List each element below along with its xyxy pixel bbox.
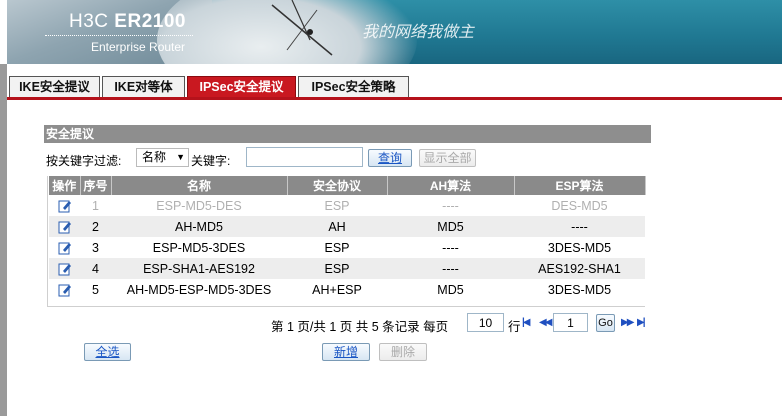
row-edit-cell[interactable] <box>49 195 80 216</box>
row-index: 2 <box>80 216 111 237</box>
row-protocol: AH <box>287 216 387 237</box>
row-name: ESP-MD5-DES <box>156 198 242 213</box>
brand-prefix: H3C <box>69 11 109 32</box>
row-edit-cell[interactable] <box>49 237 80 258</box>
row-name: AH-MD5-ESP-MD5-3DES <box>126 282 272 297</box>
brand-subtitle: Enterprise Router <box>91 40 186 54</box>
edit-icon[interactable] <box>58 199 72 213</box>
first-page-icon[interactable]: |◀ <box>522 317 530 328</box>
tab-ike-proposal[interactable]: IKE安全提议 <box>9 76 100 98</box>
filter-field-value: 名称 <box>142 150 167 164</box>
header-protocol[interactable]: 安全协议 <box>287 176 388 195</box>
proposal-table: 操作 序号 名称 安全协议 AH算法 ESP算法 1 ESP-MD5-DES E… <box>49 176 646 300</box>
header-ah-algorithm[interactable]: AH算法 <box>387 176 515 195</box>
row-ah: MD5 <box>437 282 464 297</box>
row-ah: ---- <box>442 198 459 213</box>
filter-label: 按关键字过滤: <box>46 154 122 168</box>
add-button[interactable]: 新增 <box>322 343 370 361</box>
left-frame-bar <box>0 64 7 416</box>
header-esp-algorithm[interactable]: ESP算法 <box>514 176 646 195</box>
section-title: 安全提议 <box>44 125 651 143</box>
brand-slogan: 我的网络我做主 <box>362 22 475 41</box>
pager-summary: 第 1 页/共 1 页 共 5 条记录 每页 <box>271 320 449 334</box>
row-esp: ---- <box>514 216 645 237</box>
row-esp: 3DES-MD5 <box>547 240 612 255</box>
row-name: AH-MD5 <box>111 216 287 237</box>
row-esp: AES192-SHA1 <box>514 258 645 279</box>
show-all-button[interactable]: 显示全部 <box>419 149 476 167</box>
header-banner: H3C ER2100 Enterprise Router 我的网络我做主 <box>7 0 782 64</box>
row-name: ESP-MD5-3DES <box>152 240 246 255</box>
row-protocol: ESP <box>324 198 350 213</box>
row-ah: ---- <box>442 240 459 255</box>
select-all-button[interactable]: 全选 <box>84 343 131 361</box>
edit-icon[interactable] <box>58 220 72 234</box>
row-esp: 3DES-MD5 <box>547 282 612 297</box>
prev-page-icon[interactable]: ◀◀ <box>539 317 552 328</box>
go-button[interactable]: Go <box>596 314 615 332</box>
row-ah: ---- <box>387 258 514 279</box>
tab-underline <box>7 97 782 100</box>
keyword-label: 关键字: <box>191 154 231 168</box>
brand-title: H3C ER2100 <box>69 11 186 33</box>
tab-ipsec-policy[interactable]: IPSec安全策略 <box>298 76 409 98</box>
brand-divider <box>45 35 193 36</box>
page-number-input[interactable] <box>553 313 588 332</box>
filter-field-select[interactable]: 名称 ▼ <box>136 148 189 167</box>
row-index: 4 <box>80 258 111 279</box>
tab-ike-peer[interactable]: IKE对等体 <box>102 76 185 98</box>
table-row: 3 ESP-MD5-3DES ESP ---- 3DES-MD5 <box>49 237 645 258</box>
edit-icon[interactable] <box>58 241 72 255</box>
header-name[interactable]: 名称 <box>111 176 288 195</box>
edit-icon[interactable] <box>58 262 72 276</box>
row-esp: DES-MD5 <box>551 198 608 213</box>
row-index: 3 <box>92 240 99 255</box>
row-edit-cell[interactable] <box>49 216 80 237</box>
table-row: 1 ESP-MD5-DES ESP ---- DES-MD5 <box>49 195 645 216</box>
dropdown-arrow-icon: ▼ <box>176 152 185 162</box>
table-frame-bottom <box>47 306 645 307</box>
row-index: 5 <box>92 282 99 297</box>
pager-rows-suffix: 行 <box>508 320 521 334</box>
network-lines-graphic <box>271 0 333 56</box>
header-index: 序号 <box>80 176 112 195</box>
row-name: ESP-SHA1-AES192 <box>111 258 287 279</box>
table-header-row: 操作 序号 名称 安全协议 AH算法 ESP算法 <box>49 176 646 195</box>
keyword-input[interactable] <box>246 147 363 167</box>
row-protocol: ESP <box>287 258 387 279</box>
query-button[interactable]: 查询 <box>368 149 412 167</box>
row-protocol: AH+ESP <box>312 282 362 297</box>
next-page-icon[interactable]: ▶▶ <box>621 317 634 328</box>
row-ah: MD5 <box>387 216 514 237</box>
tab-ipsec-proposal[interactable]: IPSec安全提议 <box>187 76 296 98</box>
per-page-input[interactable] <box>467 313 504 332</box>
header-action: 操作 <box>49 176 81 195</box>
row-edit-cell[interactable] <box>49 258 80 279</box>
table-row: 2 AH-MD5 AH MD5 ---- <box>49 216 645 237</box>
last-page-icon[interactable]: ▶| <box>637 317 645 328</box>
table-row: 4 ESP-SHA1-AES192 ESP ---- AES192-SHA1 <box>49 258 645 279</box>
delete-button[interactable]: 删除 <box>379 343 427 361</box>
table-frame-left <box>47 176 48 307</box>
row-edit-cell[interactable] <box>49 279 80 300</box>
brand-model: ER2100 <box>114 11 186 32</box>
edit-icon[interactable] <box>58 283 72 297</box>
row-protocol: ESP <box>324 240 350 255</box>
table-row: 5 AH-MD5-ESP-MD5-3DES AH+ESP MD5 3DES-MD… <box>49 279 645 300</box>
row-index: 1 <box>92 198 99 213</box>
